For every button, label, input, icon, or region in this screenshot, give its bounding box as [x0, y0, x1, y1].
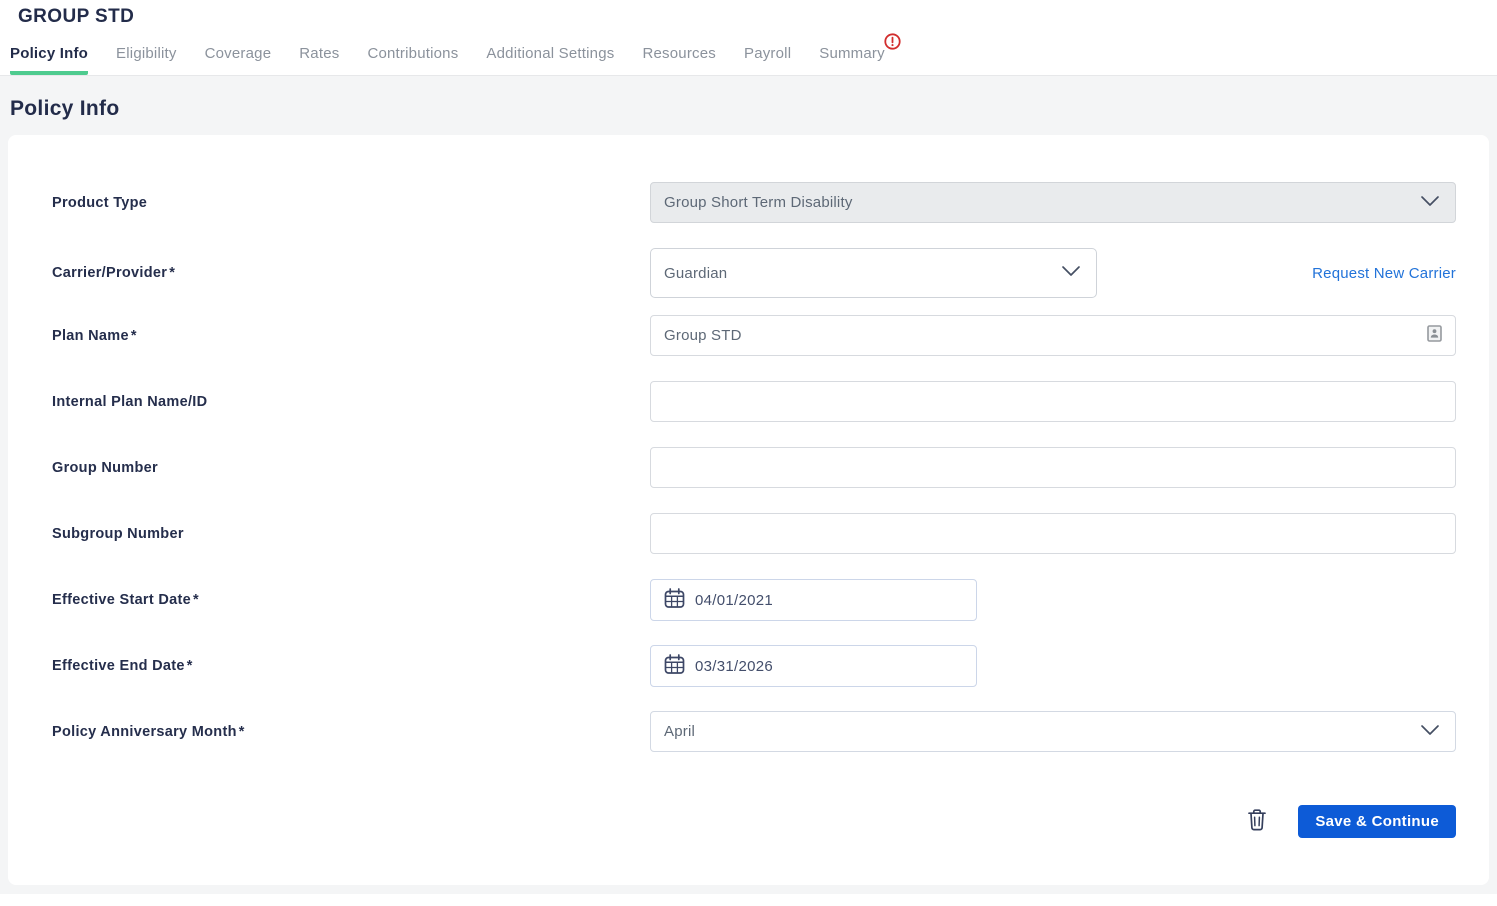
plan-name-input[interactable]: [650, 315, 1456, 356]
anniversary-month-row: Policy Anniversary Month* April: [52, 711, 1456, 752]
content-area: Policy Info Product Type Group Short Ter…: [0, 76, 1497, 894]
plan-name-row: Plan Name*: [52, 315, 1456, 356]
calendar-icon: [663, 587, 686, 614]
delete-button[interactable]: [1247, 809, 1267, 835]
chevron-down-icon: [1060, 264, 1082, 282]
autofill-contact-icon: [1427, 325, 1442, 347]
tab-bar: Policy Info Eligibility Coverage Rates C…: [0, 45, 1497, 75]
chevron-down-icon: [1419, 194, 1441, 212]
trash-icon: [1247, 809, 1267, 835]
group-number-label: Group Number: [52, 460, 650, 476]
save-continue-button[interactable]: Save & Continue: [1298, 805, 1456, 838]
product-type-label: Product Type: [52, 195, 650, 211]
start-date-row: Effective Start Date*: [52, 579, 1456, 621]
start-date-input[interactable]: 04/01/2021: [650, 579, 977, 621]
start-date-label: Effective Start Date*: [52, 592, 650, 608]
end-date-input[interactable]: 03/31/2026: [650, 645, 977, 687]
anniversary-month-label: Policy Anniversary Month*: [52, 724, 650, 740]
tab-rates[interactable]: Rates: [299, 45, 339, 75]
group-number-input[interactable]: [650, 447, 1456, 488]
group-number-row: Group Number: [52, 447, 1456, 488]
policy-info-card: Product Type Group Short Term Disability…: [8, 135, 1489, 885]
tab-policy-info[interactable]: Policy Info: [10, 45, 88, 75]
section-title: Policy Info: [8, 76, 1489, 135]
end-date-row: Effective End Date*: [52, 645, 1456, 687]
tab-resources[interactable]: Resources: [642, 45, 716, 75]
card-footer: Save & Continue: [52, 805, 1456, 838]
chevron-down-icon: [1419, 723, 1441, 741]
tab-eligibility[interactable]: Eligibility: [116, 45, 177, 75]
page-title: GROUP STD: [0, 6, 1497, 28]
tab-additional-settings[interactable]: Additional Settings: [486, 45, 614, 75]
tab-summary[interactable]: Summary: [819, 45, 885, 75]
internal-plan-row: Internal Plan Name/ID: [52, 381, 1456, 422]
internal-plan-label: Internal Plan Name/ID: [52, 394, 650, 410]
subgroup-number-input[interactable]: [650, 513, 1456, 554]
subgroup-number-row: Subgroup Number: [52, 513, 1456, 554]
alert-circle-icon: [884, 33, 901, 50]
tab-contributions[interactable]: Contributions: [367, 45, 458, 75]
request-new-carrier-link[interactable]: Request New Carrier: [1312, 265, 1456, 282]
carrier-row: Carrier/Provider* Guardian Request New C…: [52, 248, 1456, 298]
tab-coverage[interactable]: Coverage: [205, 45, 272, 75]
subgroup-number-label: Subgroup Number: [52, 526, 650, 542]
plan-name-label: Plan Name*: [52, 328, 650, 344]
end-date-label: Effective End Date*: [52, 658, 650, 674]
internal-plan-input[interactable]: [650, 381, 1456, 422]
carrier-label: Carrier/Provider*: [52, 265, 650, 281]
anniversary-month-select[interactable]: April: [650, 711, 1456, 752]
tab-payroll[interactable]: Payroll: [744, 45, 791, 75]
page-header: GROUP STD Policy Info Eligibility Covera…: [0, 0, 1497, 76]
product-type-select: Group Short Term Disability: [650, 182, 1456, 223]
product-type-row: Product Type Group Short Term Disability: [52, 182, 1456, 223]
carrier-select[interactable]: Guardian: [650, 248, 1097, 298]
calendar-icon: [663, 653, 686, 680]
